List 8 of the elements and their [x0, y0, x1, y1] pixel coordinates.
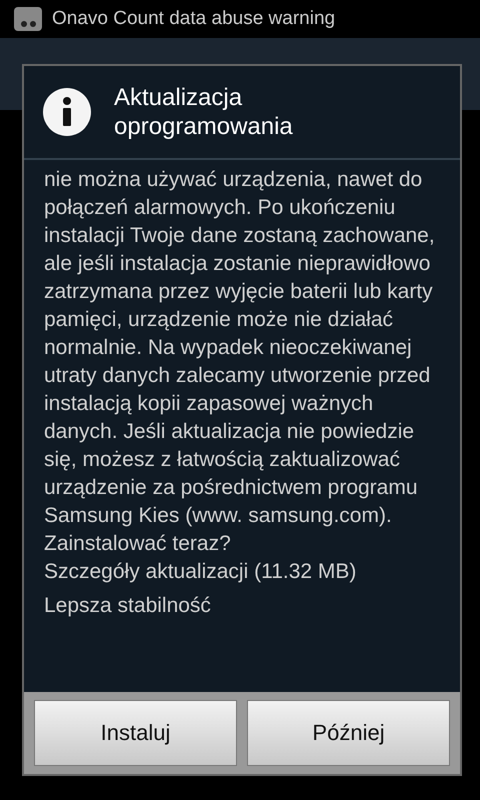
- update-changes: Lepsza stabilność: [44, 593, 212, 619]
- dialog-message: nie można używać urządzenia, nawet do połączeń alarmowych. Po ukończeniu instalacji Twoje dane zostaną zachowane, ale jeśli instalacja zostanie nieprawidłowo zatrzymana przez wyjęcie baterii lub karty pamięci, urządzenie może nie działać normalnie. Na wypadek nieoczekiwanej utraty danych zalecamy utworzenie przed instalacją kopii zapasowej ważnych danych. Jeśli aktualizacja nie powiedzie się, możesz z łatwością zaktualizować urządzenie za pośrednictwem programu Samsung Kies (www. samsung.com). Zainstalować teraz?: [44, 167, 436, 557]
- dialog-title: Aktualizacja oprogramowania: [114, 83, 294, 141]
- notification-title: Onavo Count data abuse warning: [52, 8, 336, 30]
- install-button[interactable]: Instaluj: [34, 700, 237, 766]
- info-icon: [42, 87, 92, 137]
- later-button[interactable]: Później: [247, 700, 450, 766]
- update-details: Szczegóły aktualizacji (11.32 MB): [44, 559, 358, 585]
